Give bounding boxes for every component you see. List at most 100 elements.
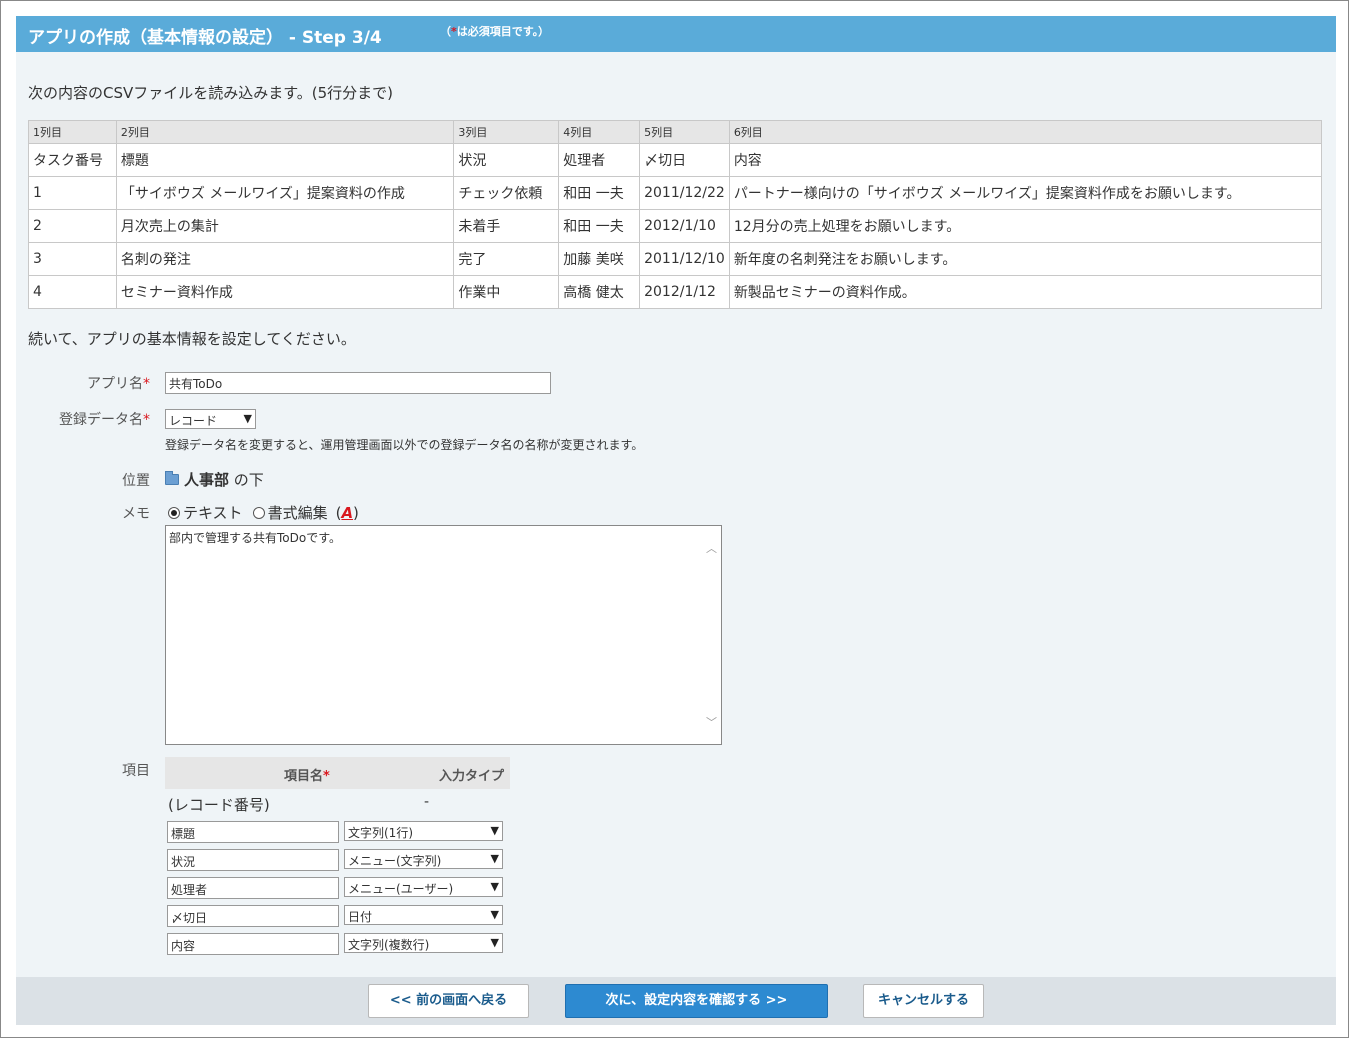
field-type-select[interactable]: メニュー(文字列) ▼ <box>344 849 503 869</box>
location-folder-link[interactable]: 人事部 <box>184 469 229 490</box>
csv-header-row: 1列目 2列目 3列目 4列目 5列目 6列目 <box>28 120 1323 144</box>
field-name-header: 項目名* <box>284 769 330 784</box>
required-note: （*は必須項目です。） <box>440 25 550 38</box>
table-cell: 2012/1/10 <box>639 209 730 243</box>
chevron-down-icon: ▼ <box>490 852 499 865</box>
csv-preview-table: 1列目 2列目 3列目 4列目 5列目 6列目 タスク番号 標題 状況 処理者 … <box>28 120 1323 309</box>
footer-bar: << 前の画面へ戻る 次に、設定内容を確認する >> キャンセルする <box>16 977 1336 1025</box>
scroll-down-icon[interactable]: ﹀ <box>706 714 717 730</box>
field-name-input[interactable]: 標題 <box>167 821 339 843</box>
table-cell: 月次売上の集計 <box>115 209 455 243</box>
csv-column-header: 5列目 <box>639 120 730 144</box>
table-row: 4 セミナー資料作成 作業中 高橋 健太 2012/1/12 新製品セミナーの資… <box>28 275 1323 309</box>
field-name-input[interactable]: 状況 <box>167 849 339 871</box>
memo-textarea[interactable]: 部内で管理する共有ToDoです。 ︿ ﹀ <box>165 525 722 745</box>
field-type-select[interactable]: 文字列(複数行) ▼ <box>344 933 503 953</box>
memo-rich-option-label[interactable]: 書式編集 <box>268 502 328 523</box>
field-row: 状況 メニュー(文字列) ▼ <box>167 849 503 871</box>
table-cell: 未着手 <box>453 209 560 243</box>
table-cell: 内容 <box>728 143 1323 177</box>
required-mark: * <box>143 412 150 428</box>
memo-text-option-label[interactable]: テキスト <box>183 502 243 523</box>
field-row: 処理者 メニュー(ユーザー) ▼ <box>167 877 503 899</box>
table-cell: 名刺の発注 <box>115 242 455 276</box>
table-cell: 高橋 健太 <box>558 275 641 309</box>
table-cell: チェック依頼 <box>453 176 560 210</box>
table-cell: 作業中 <box>453 275 560 309</box>
next-button[interactable]: 次に、設定内容を確認する >> <box>565 984 828 1018</box>
fields-label: 項目 <box>122 763 150 779</box>
field-name-input[interactable]: 内容 <box>167 933 339 955</box>
record-number-type: - <box>424 794 430 810</box>
table-cell: 12月分の売上処理をお願いします。 <box>728 209 1323 243</box>
field-type-select[interactable]: メニュー(ユーザー) ▼ <box>344 877 503 897</box>
table-cell: 処理者 <box>558 143 641 177</box>
memo-text-radio[interactable] <box>168 506 180 519</box>
table-row: タスク番号 標題 状況 処理者 〆切日 内容 <box>28 143 1323 177</box>
required-mark: * <box>143 376 150 392</box>
csv-column-header: 4列目 <box>558 120 641 144</box>
chevron-down-icon: ▼ <box>490 824 499 837</box>
table-row: 3 名刺の発注 完了 加藤 美咲 2011/12/10 新年度の名刺発注をお願い… <box>28 242 1323 276</box>
table-cell: 標題 <box>115 143 455 177</box>
required-mark: * <box>323 769 330 784</box>
table-cell: 4 <box>28 275 117 309</box>
chevron-down-icon: ▼ <box>490 908 499 921</box>
table-cell: 2011/12/10 <box>639 242 730 276</box>
field-row: 標題 文字列(1行) ▼ <box>167 821 503 843</box>
chevron-down-icon: ▼ <box>243 412 252 425</box>
table-cell: タスク番号 <box>28 143 117 177</box>
csv-intro-text: 次の内容のCSVファイルを読み込みます。(5行分まで) <box>28 84 394 102</box>
table-cell: セミナー資料作成 <box>115 275 455 309</box>
paren-close: ) <box>353 503 359 522</box>
fields-header: 項目名* 入力タイプ <box>165 757 510 789</box>
location-value: 人事部 の下 <box>165 469 264 490</box>
memo-rich-radio[interactable] <box>252 506 265 519</box>
table-cell: 完了 <box>453 242 560 276</box>
field-name-input[interactable]: 処理者 <box>167 877 339 899</box>
table-cell: 2 <box>28 209 117 243</box>
memo-label: メモ <box>122 506 150 522</box>
back-button[interactable]: << 前の画面へ戻る <box>368 984 529 1018</box>
folder-icon <box>165 471 179 485</box>
chevron-down-icon: ▼ <box>490 880 499 893</box>
csv-column-header: 1列目 <box>28 120 117 144</box>
data-name-label: 登録データ名* <box>59 412 150 428</box>
data-name-select[interactable]: レコード ▼ <box>165 409 256 429</box>
app-name-input[interactable]: 共有ToDo <box>165 372 551 394</box>
field-type-select[interactable]: 日付 ▼ <box>344 905 503 925</box>
location-suffix: の下 <box>233 471 264 489</box>
table-cell: 〆切日 <box>639 143 730 177</box>
table-cell: 1 <box>28 176 117 210</box>
page-header: アプリの作成（基本情報の設定） - Step 3/4 （*は必須項目です。） <box>16 16 1336 52</box>
field-row: 内容 文字列(複数行) ▼ <box>167 933 503 955</box>
field-name-input[interactable]: 〆切日 <box>167 905 339 927</box>
table-cell: 「サイボウズ メールワイズ」提案資料の作成 <box>115 176 455 210</box>
scroll-up-icon[interactable]: ︿ <box>706 540 717 556</box>
table-cell: 和田 一夫 <box>558 176 641 210</box>
field-row: 〆切日 日付 ▼ <box>167 905 503 927</box>
table-cell: 3 <box>28 242 117 276</box>
app-name-label: アプリ名* <box>87 376 150 392</box>
location-label: 位置 <box>122 473 150 489</box>
chevron-down-icon: ▼ <box>490 936 499 949</box>
csv-column-header: 2列目 <box>115 120 455 144</box>
cancel-button[interactable]: キャンセルする <box>863 984 984 1018</box>
table-cell: 状況 <box>453 143 560 177</box>
table-cell: 加藤 美咲 <box>558 242 641 276</box>
format-a-icon[interactable]: A <box>341 504 353 522</box>
memo-format-options: テキスト 書式編集 (A) <box>168 502 359 523</box>
input-type-header: 入力タイプ <box>438 769 504 784</box>
table-row: 1 「サイボウズ メールワイズ」提案資料の作成 チェック依頼 和田 一夫 201… <box>28 176 1323 210</box>
field-type-select[interactable]: 文字列(1行) ▼ <box>344 821 503 841</box>
table-row: 2 月次売上の集計 未着手 和田 一夫 2012/1/10 12月分の売上処理を… <box>28 209 1323 243</box>
table-cell: 新製品セミナーの資料作成。 <box>728 275 1323 309</box>
app-create-panel: アプリの作成（基本情報の設定） - Step 3/4 （*は必須項目です。） 次… <box>16 16 1336 1025</box>
csv-column-header: 3列目 <box>453 120 560 144</box>
table-cell: 和田 一夫 <box>558 209 641 243</box>
window-frame: アプリの作成（基本情報の設定） - Step 3/4 （*は必須項目です。） 次… <box>0 0 1349 1038</box>
record-number-label: (レコード番号) <box>168 796 270 814</box>
csv-column-header: 6列目 <box>728 120 1323 144</box>
table-cell: 2012/1/12 <box>639 275 730 309</box>
page-title: アプリの作成（基本情報の設定） - Step 3/4 <box>28 28 382 48</box>
